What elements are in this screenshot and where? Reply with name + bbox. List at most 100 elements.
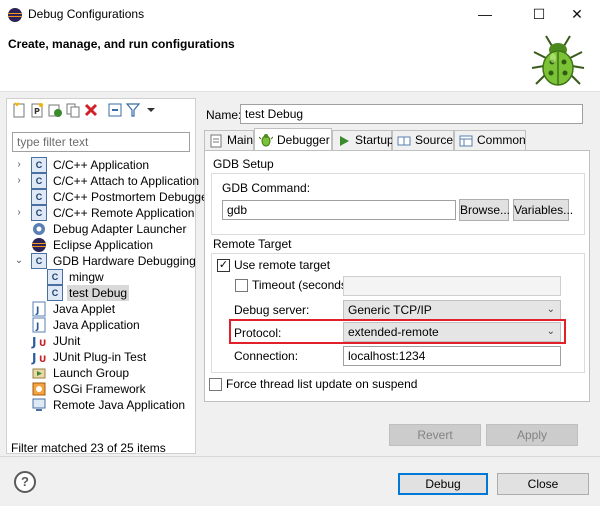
- eclipse-app-icon: [8, 8, 22, 22]
- left-toolbar: P: [7, 99, 195, 123]
- chevron-right-icon[interactable]: ›: [13, 173, 25, 189]
- timeout-checkbox[interactable]: [235, 279, 248, 292]
- chevron-down-icon[interactable]: [143, 102, 159, 118]
- gdb-setup-title: GDB Setup: [213, 157, 274, 171]
- tree-item-java-applet[interactable]: J Java Applet: [13, 301, 193, 317]
- name-input[interactable]: [240, 104, 583, 124]
- debug-server-select[interactable]: Generic TCP/IP ⌄: [343, 300, 561, 320]
- junit-icon: JU: [31, 351, 46, 365]
- help-icon[interactable]: ?: [14, 471, 36, 493]
- common-tab-icon: [459, 135, 473, 147]
- duplicate-icon[interactable]: [65, 102, 81, 118]
- c-config-icon: C: [47, 285, 63, 301]
- filter-input[interactable]: [12, 132, 190, 152]
- filter-icon[interactable]: [125, 102, 141, 118]
- export-icon[interactable]: [47, 102, 63, 118]
- timeout-label: Timeout (seconds):: [252, 278, 355, 292]
- collapse-all-icon[interactable]: [107, 102, 123, 118]
- junit-icon: JU: [31, 335, 46, 349]
- close-window-button[interactable]: ✕: [554, 0, 600, 30]
- dialog-body: P › C C/C++ Application › C C/C++ Attach…: [0, 92, 600, 456]
- chevron-down-icon[interactable]: ⌄: [13, 253, 25, 269]
- c-config-icon: C: [31, 173, 47, 189]
- tree-item-c-attach[interactable]: › C C/C++ Attach to Application: [13, 173, 199, 189]
- use-remote-target-label: Use remote target: [234, 258, 331, 272]
- filter-status: Filter matched 23 of 25 items: [11, 441, 166, 455]
- svg-text:J: J: [31, 335, 36, 349]
- main-tab-icon: [210, 134, 222, 148]
- tree-item-osgi-framework[interactable]: OSGi Framework: [13, 381, 193, 397]
- force-thread-update-checkbox[interactable]: [209, 378, 222, 391]
- c-config-icon: C: [31, 253, 47, 269]
- tree-item-launch-group[interactable]: Launch Group: [13, 365, 193, 381]
- java-icon: J: [32, 317, 46, 333]
- startup-tab-icon: [340, 136, 349, 146]
- gdb-command-label: GDB Command:: [222, 181, 311, 195]
- remote-java-icon: [32, 398, 46, 411]
- title-bar: Debug Configurations — ☐ ✕: [0, 0, 600, 30]
- c-config-icon: C: [47, 269, 63, 285]
- minimize-button[interactable]: —: [462, 0, 508, 30]
- delete-icon[interactable]: [83, 102, 99, 118]
- window-title: Debug Configurations: [28, 7, 145, 21]
- svg-text:J: J: [31, 351, 36, 365]
- connection-input[interactable]: [343, 346, 561, 366]
- revert-button[interactable]: Revert: [389, 424, 481, 446]
- configuration-tree-panel: P › C C/C++ Application › C C/C++ Attach…: [6, 98, 212, 455]
- chevron-down-icon: ⌄: [546, 304, 555, 315]
- tree-item-java-application[interactable]: J Java Application: [13, 317, 193, 333]
- tree-item-junit-plugin[interactable]: JU JUnit Plug-in Test: [13, 349, 193, 365]
- tab-common[interactable]: Common: [454, 130, 526, 150]
- osgi-icon: [32, 382, 46, 396]
- tree-item-junit[interactable]: JU JUnit: [13, 333, 193, 349]
- new-prototype-icon[interactable]: P: [29, 102, 45, 118]
- remote-target-title: Remote Target: [213, 237, 292, 251]
- debug-bug-icon: [531, 35, 585, 86]
- protocol-select[interactable]: extended-remote ⌄: [343, 322, 561, 342]
- name-label: Name:: [206, 108, 242, 122]
- debugger-tab-icon: [259, 134, 273, 147]
- chevron-right-icon[interactable]: ›: [13, 157, 25, 173]
- browse-button[interactable]: Browse...: [459, 199, 510, 221]
- new-configuration-icon[interactable]: [11, 102, 27, 118]
- apply-button[interactable]: Apply: [486, 424, 578, 446]
- java-icon: J: [32, 301, 46, 317]
- use-remote-target-checkbox[interactable]: ✓: [217, 259, 230, 272]
- variables-button[interactable]: Variables...: [513, 199, 573, 221]
- tree-item-gdb-hardware[interactable]: ⌄ C GDB Hardware Debugging: [13, 253, 196, 269]
- debugger-tab-content: GDB Setup GDB Command: Browse... Variabl…: [204, 150, 590, 402]
- source-tab-icon: [397, 136, 411, 146]
- tree-item-c-remote[interactable]: › C C/C++ Remote Application: [13, 205, 194, 221]
- tree-item-debug-adapter[interactable]: Debug Adapter Launcher: [13, 221, 193, 237]
- tab-source[interactable]: Source: [392, 130, 454, 150]
- header-title: Create, manage, and run configurations: [8, 37, 235, 51]
- timeout-input[interactable]: [343, 276, 561, 296]
- tree-item-eclipse-application[interactable]: Eclipse Application: [13, 237, 193, 253]
- launch-group-icon: [32, 368, 46, 379]
- debug-server-label: Debug server:: [234, 303, 310, 317]
- eclipse-icon: [32, 238, 46, 252]
- dialog-header: Create, manage, and run configurations: [0, 30, 600, 92]
- close-button[interactable]: Close: [497, 473, 589, 495]
- c-config-icon: C: [31, 205, 47, 221]
- c-config-icon: C: [31, 157, 47, 173]
- svg-text:J: J: [35, 322, 39, 332]
- dialog-footer: ? Debug Close: [0, 456, 600, 506]
- tab-startup[interactable]: Startup: [332, 130, 394, 150]
- tree-item-remote-java[interactable]: Remote Java Application: [13, 397, 193, 413]
- tab-debugger[interactable]: Debugger: [254, 128, 332, 150]
- tree-item-c-postmortem[interactable]: C C/C++ Postmortem Debugger: [13, 189, 212, 205]
- debug-button[interactable]: Debug: [398, 473, 488, 495]
- protocol-label: Protocol:: [234, 326, 282, 340]
- gdb-command-input[interactable]: [222, 200, 456, 220]
- connection-label: Connection:: [234, 349, 299, 363]
- configuration-editor: Name: Main Debugger Startup Source Commo…: [200, 98, 594, 454]
- tree-item-mingw[interactable]: C mingw: [13, 269, 193, 285]
- svg-text:U: U: [39, 339, 46, 349]
- tab-main[interactable]: Main: [204, 130, 254, 150]
- tree-item-test-debug[interactable]: C test Debug: [13, 285, 193, 301]
- svg-text:P: P: [34, 107, 40, 116]
- tree-item-c-application[interactable]: › C C/C++ Application: [13, 157, 193, 173]
- svg-text:U: U: [39, 355, 46, 365]
- chevron-right-icon[interactable]: ›: [13, 205, 25, 221]
